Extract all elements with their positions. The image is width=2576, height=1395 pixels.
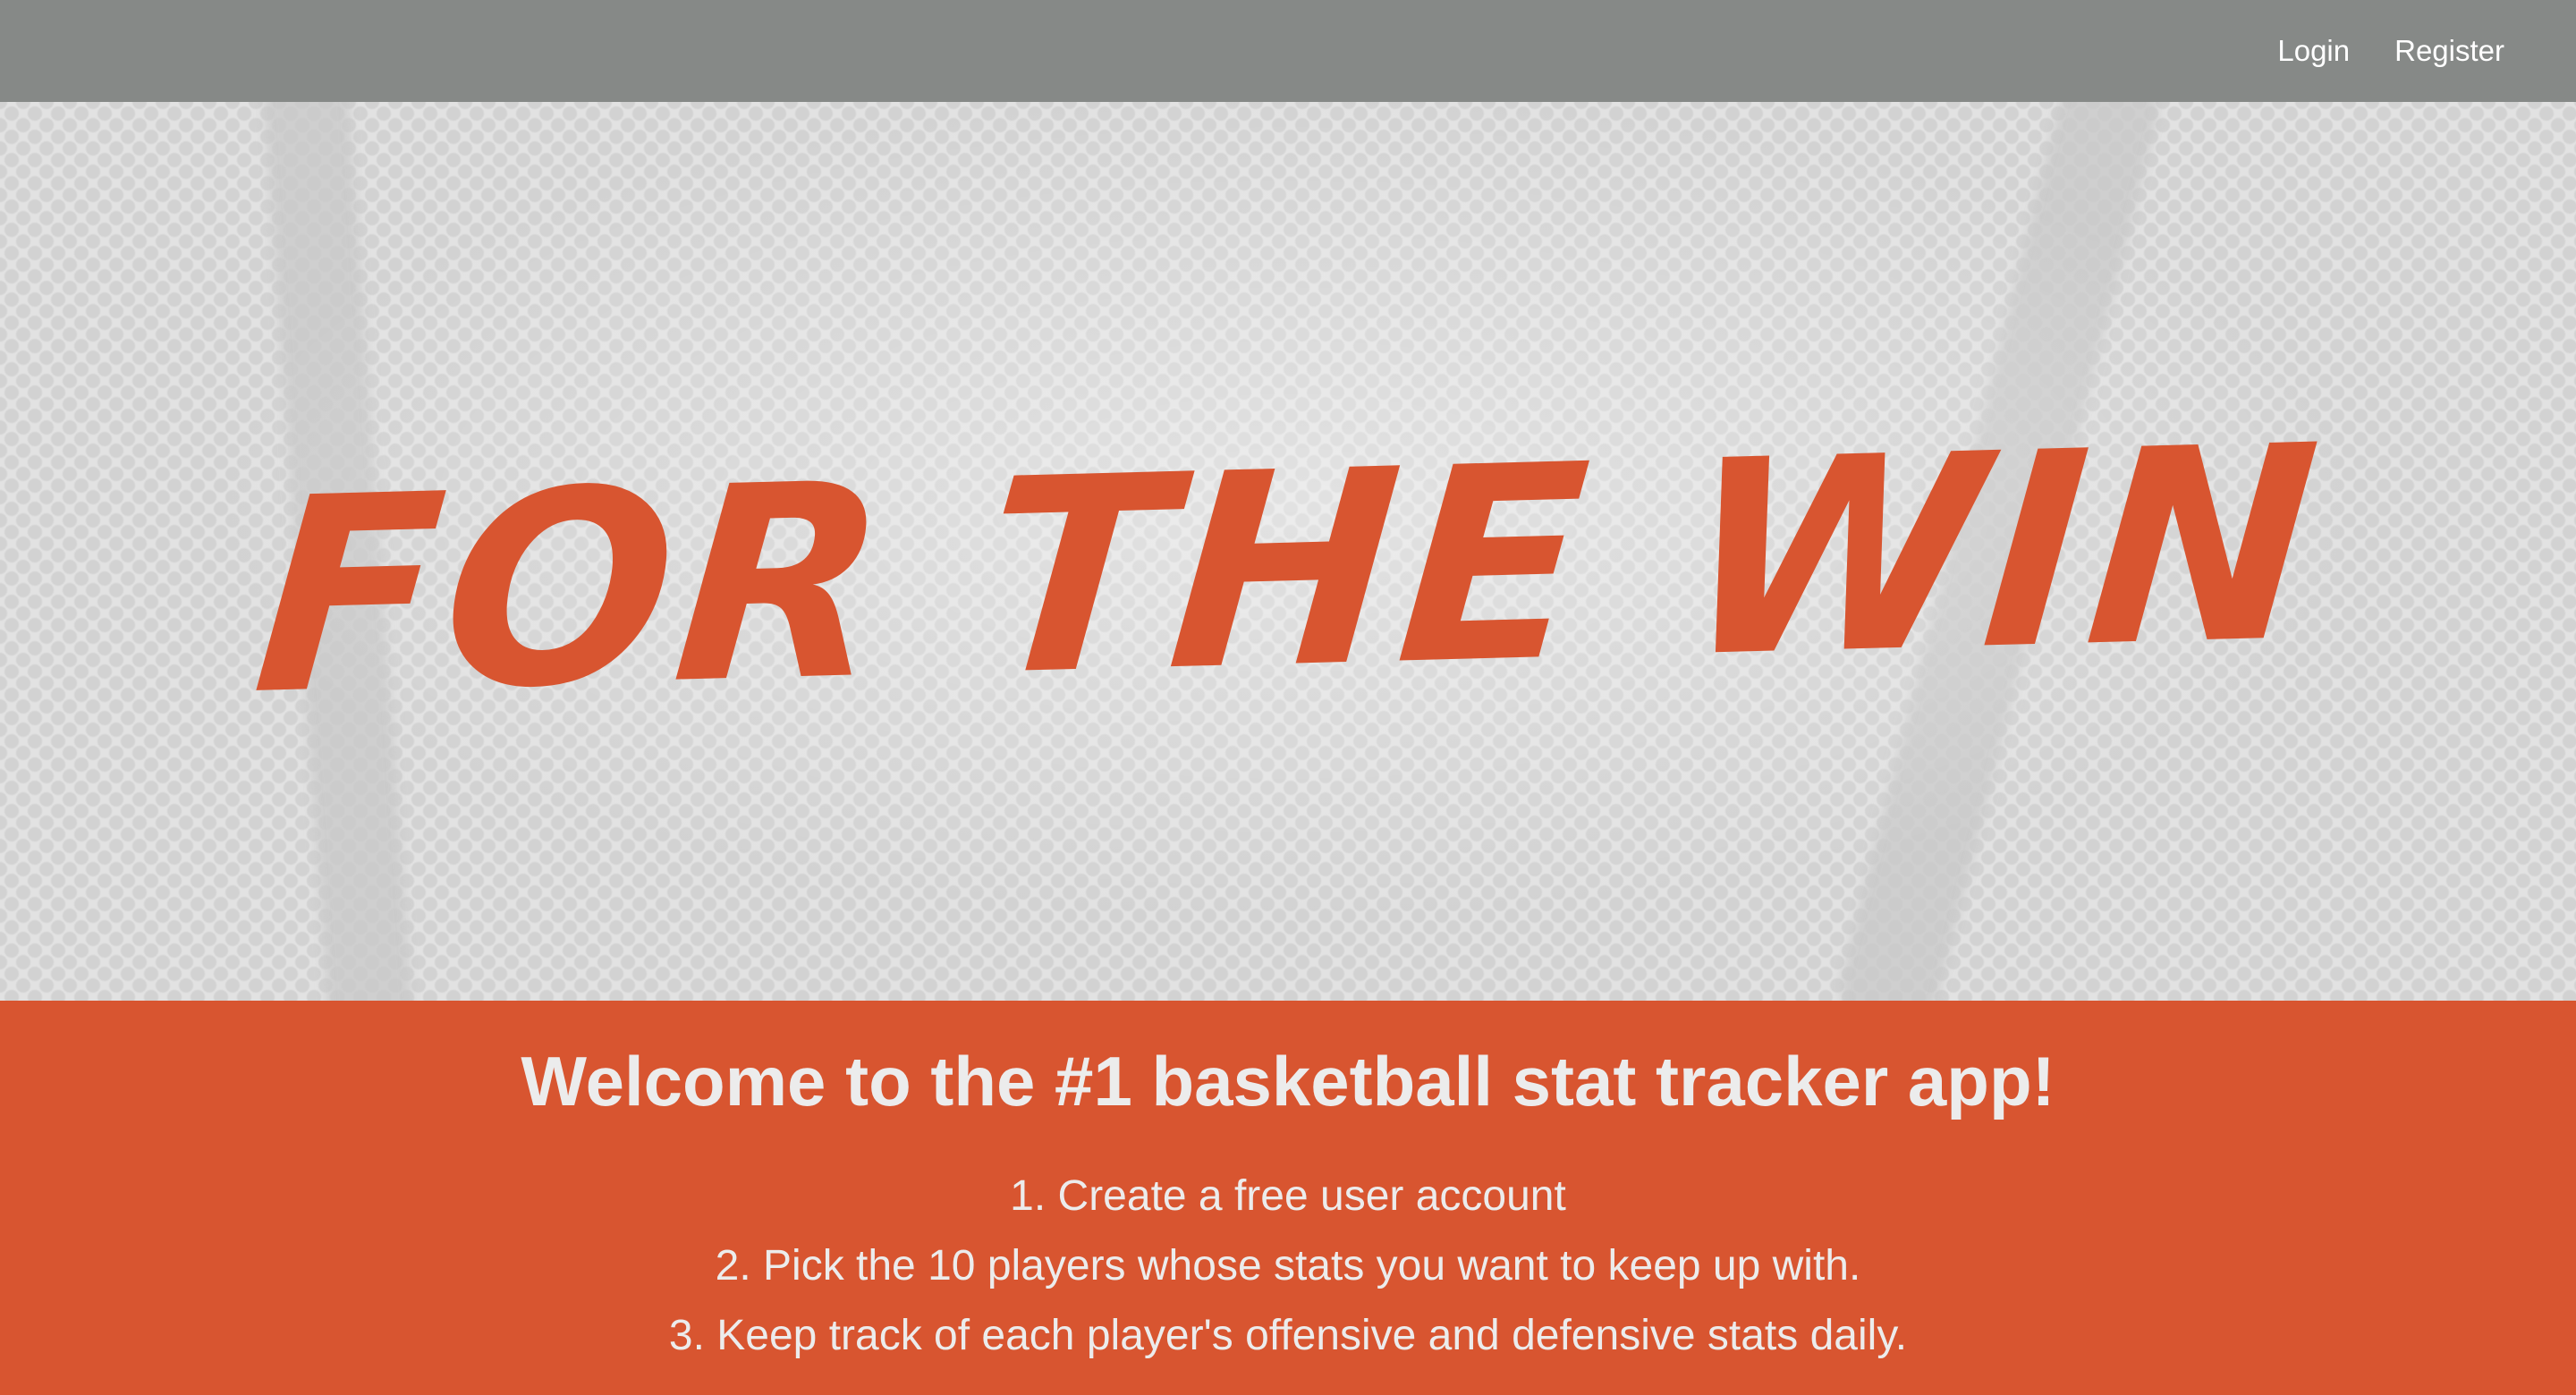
hero-banner: FOR THE WIN — [0, 102, 2576, 1001]
step-item: 2. Pick the 10 players whose stats you w… — [715, 1242, 1861, 1289]
intro-section: Welcome to the #1 basketball stat tracke… — [0, 1001, 2576, 1395]
register-link[interactable]: Register — [2394, 34, 2504, 68]
step-item: 1. Create a free user account — [1010, 1172, 1566, 1220]
welcome-heading: Welcome to the #1 basketball stat tracke… — [521, 1042, 2055, 1120]
login-link[interactable]: Login — [2277, 34, 2350, 68]
step-item: 3. Keep track of each player's offensive… — [668, 1312, 1908, 1359]
hero-title: FOR THE WIN — [245, 387, 2331, 755]
top-navbar: Login Register — [0, 0, 2576, 102]
steps-list: 1. Create a free user account 2. Pick th… — [0, 1162, 2576, 1371]
